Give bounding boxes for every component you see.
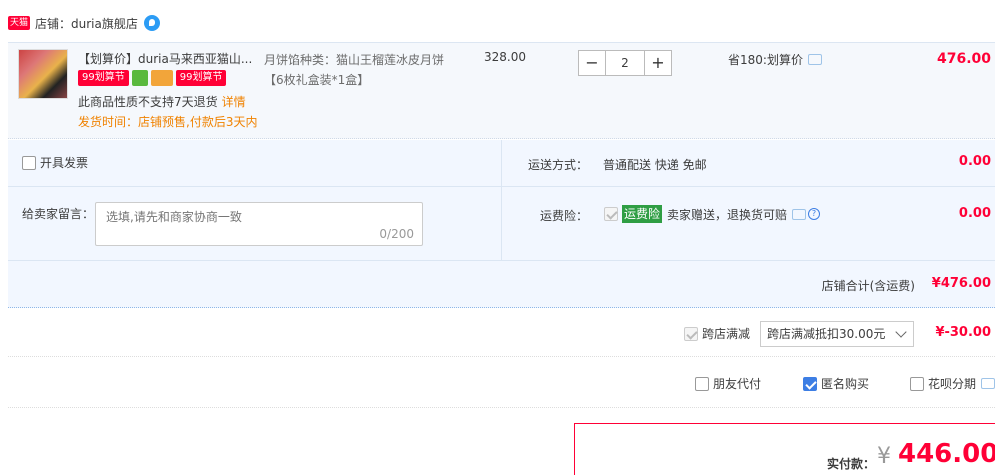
shipping-price: 0.00 xyxy=(958,154,991,169)
quantity-stepper: − 2 + xyxy=(578,50,672,76)
phone-icon xyxy=(131,70,148,86)
discount-checkbox xyxy=(684,326,698,341)
shipping-method: 普通配送 快递 免邮 xyxy=(603,158,707,172)
promo-tags: 99划算节 99划算节 xyxy=(78,70,227,86)
invoice-checkbox[interactable] xyxy=(22,155,36,170)
attr-line: 【6枚礼盒装*1盒】 xyxy=(264,73,370,87)
pay-currency: ¥ xyxy=(877,444,891,469)
save-info: 省180:划算价 xyxy=(728,51,822,68)
qty-minus-button[interactable]: − xyxy=(578,50,606,76)
ship-time-notice: 发货时间：店铺预售,付款后3天内 xyxy=(78,115,258,129)
save-text: 省180:划算价 xyxy=(728,53,803,67)
payment-summary: 实付款： ¥ 446.00 xyxy=(574,423,995,475)
shop-total-value: ¥476.00 xyxy=(931,276,991,291)
chevron-down-icon xyxy=(895,326,907,338)
shop-total-label: 店铺合计(含运费) xyxy=(821,279,915,293)
anonymous-checkbox[interactable] xyxy=(803,376,817,391)
seller-message-box: 0/200 xyxy=(95,202,423,246)
discount-label: 跨店满减 xyxy=(702,327,751,341)
item-attributes: 月饼馅种类：猫山王榴莲冰皮月饼 【6枚礼盒装*1盒】 xyxy=(264,50,474,90)
discount-select-value: 跨店满减抵扣30.00元 xyxy=(767,327,886,341)
tmall-badge: 天猫 xyxy=(8,16,31,30)
promo-tag-99: 99划算节 xyxy=(175,70,227,86)
return-notice: 此商品性质不支持7天退货 详情 xyxy=(78,93,246,110)
qty-plus-button[interactable]: + xyxy=(644,50,672,76)
message-icon[interactable] xyxy=(792,208,807,220)
qty-input[interactable]: 2 xyxy=(606,50,644,76)
divider xyxy=(8,186,995,187)
payment-options-row: 朋友代付 匿名购买 花呗分期 xyxy=(8,358,995,408)
anonymous-option[interactable]: 匿名购买 xyxy=(803,375,869,392)
insurance-checkbox xyxy=(604,207,618,221)
shop-header: 天猫 店铺：duria旗舰店 xyxy=(8,12,160,34)
huabei-label: 花呗分期 xyxy=(928,377,977,391)
friend-pay-checkbox[interactable] xyxy=(695,376,709,391)
huabei-checkbox[interactable] xyxy=(910,376,924,391)
promo-tag-99: 99划算节 xyxy=(78,70,129,86)
unit-price: 328.00 xyxy=(484,50,526,64)
invoice-label: 开具发票 xyxy=(40,156,89,170)
order-options-block: 开具发票 给卖家留言： 0/200 运送方式： 普通配送 快递 免邮 0.00 … xyxy=(8,140,995,260)
insurance-option: 运费险 卖家赠送，退换货可赔 ? xyxy=(604,205,821,223)
message-char-count: 0/200 xyxy=(379,227,414,241)
shipping-label: 运送方式： xyxy=(528,158,589,172)
attr-line: 月饼馅种类：猫山王榴莲冰皮月饼 xyxy=(264,53,445,67)
shop-total-row: 店铺合计(含运费) ¥476.00 xyxy=(8,260,995,308)
order-item-row: 【划算价】duria马来西亚猫山... 99划算节 99划算节 此商品性质不支持… xyxy=(8,42,995,139)
message-label: 给卖家留言： xyxy=(22,207,95,221)
discount-value: ¥-30.00 xyxy=(935,325,991,340)
item-total: 476.00 xyxy=(936,51,991,67)
shop-name[interactable]: 店铺：duria旗舰店 xyxy=(35,15,138,32)
message-icon[interactable] xyxy=(981,378,995,389)
cross-shop-discount-option: 跨店满减 xyxy=(684,325,750,342)
friend-pay-label: 朋友代付 xyxy=(713,377,762,391)
card-icon xyxy=(150,70,173,86)
item-title[interactable]: 【划算价】duria马来西亚猫山... xyxy=(78,50,258,67)
help-icon[interactable]: ? xyxy=(808,208,821,220)
pay-amount: 446.00 xyxy=(898,439,995,469)
huabei-option[interactable]: 花呗分期 xyxy=(910,375,995,392)
insurance-tag: 运费险 xyxy=(622,205,663,223)
message-icon[interactable] xyxy=(807,54,822,65)
discount-select[interactable]: 跨店满减抵扣30.00元 xyxy=(760,321,914,347)
seller-message-input[interactable] xyxy=(96,203,422,245)
friend-pay-option[interactable]: 朋友代付 xyxy=(695,375,761,392)
pay-label: 实付款： xyxy=(827,457,876,471)
discount-row: 跨店满减 跨店满减抵扣30.00元 ¥-30.00 xyxy=(8,309,995,357)
detail-link[interactable]: 详情 xyxy=(222,95,246,109)
anonymous-label: 匿名购买 xyxy=(821,377,870,391)
insurance-label: 运费险： xyxy=(540,209,589,223)
invoice-option[interactable]: 开具发票 xyxy=(22,154,88,171)
wangwang-chat-icon[interactable] xyxy=(143,15,160,31)
insurance-text: 卖家赠送，退换货可赔 xyxy=(667,207,788,222)
return-notice-text: 此商品性质不支持7天退货 xyxy=(78,95,218,109)
product-thumbnail[interactable] xyxy=(18,49,68,99)
insurance-price: 0.00 xyxy=(958,206,991,221)
